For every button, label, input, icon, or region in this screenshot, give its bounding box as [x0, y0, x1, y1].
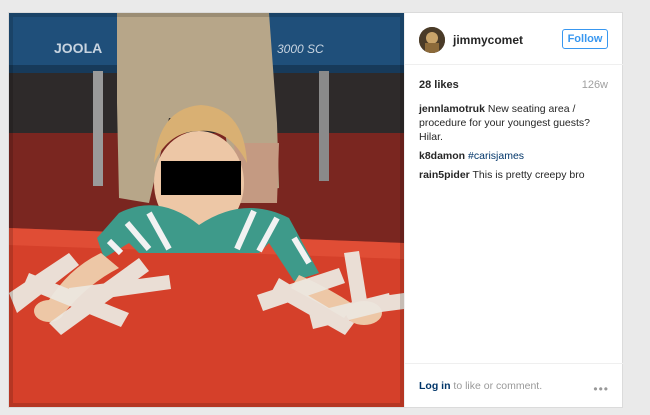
login-suffix: to like or comment. [453, 380, 543, 392]
more-options-icon[interactable]: ••• [593, 382, 609, 396]
photo-illustration: JOOLA 3000 SC [9, 13, 404, 407]
comment-username[interactable]: k8damon [419, 150, 465, 162]
likes-count[interactable]: 28 likes [419, 79, 459, 91]
post-photo[interactable]: JOOLA 3000 SC [9, 13, 404, 407]
post-header: jimmycomet Follow [405, 13, 623, 65]
comment-username[interactable]: jennlamotruk [419, 103, 485, 115]
author-username[interactable]: jimmycomet [453, 33, 523, 47]
comment-text: This is pretty creepy bro [472, 169, 585, 181]
post-footer: Log in to like or comment. ••• [405, 363, 623, 407]
login-link[interactable]: Log in [419, 380, 451, 392]
comment-item: rain5pider This is pretty creepy bro [419, 168, 611, 182]
user-avatar-icon[interactable] [419, 27, 445, 53]
comment-hashtag-link[interactable]: #carisjames [468, 150, 524, 162]
comment-item: k8damon #carisjames [419, 149, 611, 163]
follow-button[interactable]: Follow [562, 29, 608, 49]
post-age[interactable]: 126w [582, 79, 608, 91]
comments-list: jennlamotruk New seating area / procedur… [419, 102, 611, 187]
table-model-text: 3000 SC [277, 42, 324, 56]
comment-item: jennlamotruk New seating area / procedur… [419, 102, 611, 144]
post-card: JOOLA 3000 SC jimmycomet Follow 28 likes… [8, 12, 623, 408]
post-sidebar: jimmycomet Follow 28 likes 126w jennlamo… [404, 13, 623, 407]
login-prompt: Log in to like or comment. [419, 380, 542, 392]
comment-username[interactable]: rain5pider [419, 169, 470, 181]
table-brand-text: JOOLA [54, 40, 102, 56]
